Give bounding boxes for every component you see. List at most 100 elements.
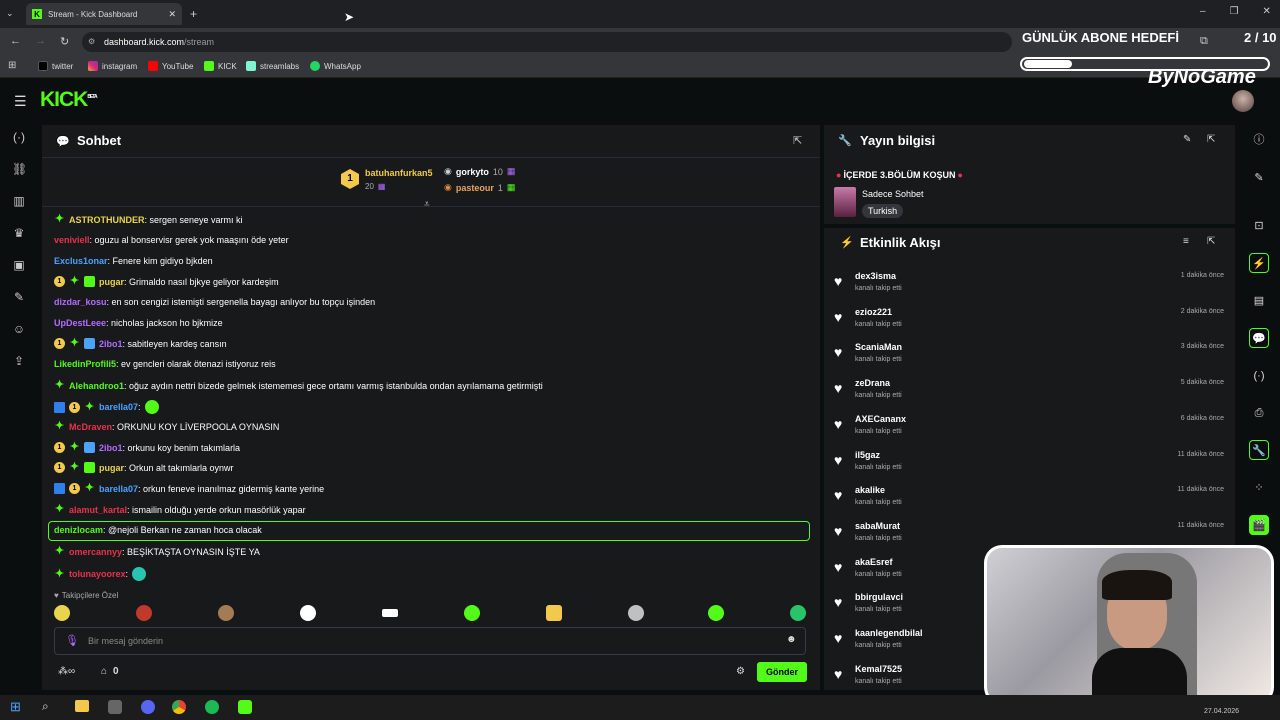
kick-logo[interactable]: KICKBETA xyxy=(40,88,98,112)
filter-icon[interactable]: ≡ xyxy=(1183,236,1189,247)
emote-icon[interactable] xyxy=(708,605,724,621)
bookmark-instagram[interactable]: instagram xyxy=(88,61,137,71)
activity-event[interactable]: ♥ akalike kanalı takip etti 11 dakika önce xyxy=(834,485,1229,520)
event-username[interactable]: sabaMurat xyxy=(855,521,900,531)
chat-username[interactable]: pugar xyxy=(99,277,124,287)
category-name[interactable]: Sadece Sohbet xyxy=(862,189,924,199)
popout-icon[interactable]: ⇱ xyxy=(1207,236,1215,247)
lightning-icon[interactable]: ⚡ xyxy=(1249,253,1269,273)
emote-icon[interactable] xyxy=(464,605,480,621)
spotify-icon[interactable] xyxy=(205,700,219,714)
activity-event[interactable]: ♥ AXECananx kanalı takip etti 6 dakika önce xyxy=(834,414,1229,449)
activity-event[interactable]: ♥ il5gaz kanalı takip etti 11 dakika önce xyxy=(834,450,1229,485)
info-icon[interactable]: ⓘ xyxy=(1249,130,1269,150)
emote-icon[interactable] xyxy=(546,605,562,621)
collapse-icon[interactable]: ⩡ xyxy=(424,199,430,210)
file-explorer-icon[interactable] xyxy=(75,700,89,712)
chat-username[interactable]: McDraven xyxy=(69,422,112,432)
top-gifter-name[interactable]: batuhanfurkan5 xyxy=(365,168,433,178)
chat-username[interactable]: dizdar_kosu xyxy=(54,297,107,307)
emote-icon[interactable] xyxy=(136,605,152,621)
screenshot-icon[interactable]: ⊡ xyxy=(1249,216,1269,236)
emoji-icon[interactable]: ☻ xyxy=(786,634,797,645)
chat-username[interactable]: tolunayoorex xyxy=(69,569,126,579)
chat-username[interactable]: 2ibo1 xyxy=(99,339,123,349)
clapper-icon[interactable]: 🎬 xyxy=(1249,515,1269,535)
emote-icon[interactable] xyxy=(300,605,316,621)
third-gifter-name[interactable]: pasteour xyxy=(456,183,494,193)
bookmark-kick[interactable]: KICK xyxy=(204,61,237,71)
chat-username[interactable]: veniviell xyxy=(54,235,90,245)
kick-app-icon[interactable] xyxy=(238,700,252,714)
chat-username[interactable]: Alehandroo1 xyxy=(69,381,124,391)
nodes-icon[interactable]: ⁘ xyxy=(1249,478,1269,498)
trophy-icon[interactable]: ♛ xyxy=(12,226,26,240)
browser-tab[interactable]: K Stream - Kick Dashboard ✕ xyxy=(26,3,182,25)
activity-event[interactable]: ♥ ezioz221 kanalı takip etti 2 dakika önce xyxy=(834,307,1229,342)
discord-icon[interactable] xyxy=(141,700,155,714)
extensions-icon[interactable]: ⧉ xyxy=(1200,35,1208,48)
settings-icon[interactable]: ⚙ xyxy=(736,666,745,677)
second-gifter-name[interactable]: gorkyto xyxy=(456,167,489,177)
chat-username[interactable]: alamut_kartal xyxy=(69,505,127,515)
tab-search-icon[interactable]: ⌄ xyxy=(6,8,14,19)
popout-icon[interactable]: ⇱ xyxy=(1207,134,1215,145)
category-thumbnail[interactable] xyxy=(834,187,856,217)
activity-event[interactable]: ♥ ScaniaMan kanalı takip etti 3 dakika önce xyxy=(834,342,1229,377)
emote-icon[interactable] xyxy=(790,605,806,621)
bookmark-whatsapp[interactable]: WhatsApp xyxy=(310,61,361,71)
event-username[interactable]: akaEsref xyxy=(855,557,893,567)
event-username[interactable]: kaanlegendbilal xyxy=(855,628,923,638)
event-username[interactable]: bbirgulavci xyxy=(855,592,903,602)
video-icon[interactable]: ▣ xyxy=(12,258,26,272)
edit-icon[interactable]: ✎ xyxy=(1183,134,1191,145)
broadcast-icon[interactable]: (·) xyxy=(1249,366,1269,386)
chat-username[interactable]: Exclus1onar xyxy=(54,256,108,266)
wrench-icon[interactable]: 🔧 xyxy=(1249,440,1269,460)
menu-icon[interactable]: ☰ xyxy=(14,93,27,110)
event-username[interactable]: akalike xyxy=(855,485,885,495)
chat-username[interactable]: barella07 xyxy=(99,402,138,412)
chat-input[interactable] xyxy=(54,627,806,655)
apps-grid-icon[interactable]: ⊞ xyxy=(8,60,16,71)
event-username[interactable]: ScaniaMan xyxy=(855,342,902,352)
event-username[interactable]: ezioz221 xyxy=(855,307,892,317)
activity-event[interactable]: ♥ zeDrana kanalı takip etti 5 dakika önce xyxy=(834,378,1229,413)
event-username[interactable]: zeDrana xyxy=(855,378,890,388)
chat-username[interactable]: ASTROTHUNDER xyxy=(69,215,145,225)
search-icon[interactable]: ⌕ xyxy=(42,699,49,714)
forward-icon[interactable]: → xyxy=(35,35,46,48)
bookmark-streamlabs[interactable]: streamlabs xyxy=(246,61,299,71)
link-icon[interactable]: ⛓ xyxy=(12,162,27,176)
event-username[interactable]: dex3isma xyxy=(855,271,896,281)
tools-icon[interactable]: ✎ xyxy=(12,290,26,304)
close-window-icon[interactable]: ✕ xyxy=(1263,6,1271,17)
emote-icon[interactable] xyxy=(382,609,398,617)
users-icon[interactable]: ☺ xyxy=(12,322,26,336)
send-button[interactable]: Gönder xyxy=(757,662,807,682)
new-tab-icon[interactable]: + xyxy=(190,7,197,21)
printer-icon[interactable]: ⎙ xyxy=(1249,403,1269,423)
chart-icon[interactable]: ▥ xyxy=(12,194,26,208)
app-icon[interactable] xyxy=(108,700,122,714)
broadcast-icon[interactable]: (·) xyxy=(12,130,26,144)
chat-icon[interactable]: 💬 xyxy=(1249,328,1269,348)
mic-icon[interactable]: 🎙 xyxy=(65,634,79,647)
emote-icon[interactable] xyxy=(628,605,644,621)
event-username[interactable]: il5gaz xyxy=(855,450,880,460)
chrome-icon[interactable] xyxy=(172,700,186,714)
reload-icon[interactable]: ↻ xyxy=(60,35,69,48)
chat-username[interactable]: omercannyy xyxy=(69,547,122,557)
chat-username[interactable]: UpDestLeee xyxy=(54,318,106,328)
site-info-icon[interactable]: ⚙ xyxy=(88,37,95,46)
upload-icon[interactable]: ⇪ xyxy=(12,354,26,368)
chat-username[interactable]: barella07 xyxy=(99,484,138,494)
popout-icon[interactable]: ⇱ xyxy=(793,134,802,147)
event-username[interactable]: Kemal7525 xyxy=(855,664,902,674)
chat-username[interactable]: 2ibo1 xyxy=(99,443,123,453)
emote-icon[interactable] xyxy=(54,605,70,621)
event-username[interactable]: AXECananx xyxy=(855,414,906,424)
chat-username[interactable]: pugar xyxy=(99,463,124,473)
avatar[interactable] xyxy=(1232,90,1254,112)
maximize-icon[interactable]: ❐ xyxy=(1230,6,1239,17)
